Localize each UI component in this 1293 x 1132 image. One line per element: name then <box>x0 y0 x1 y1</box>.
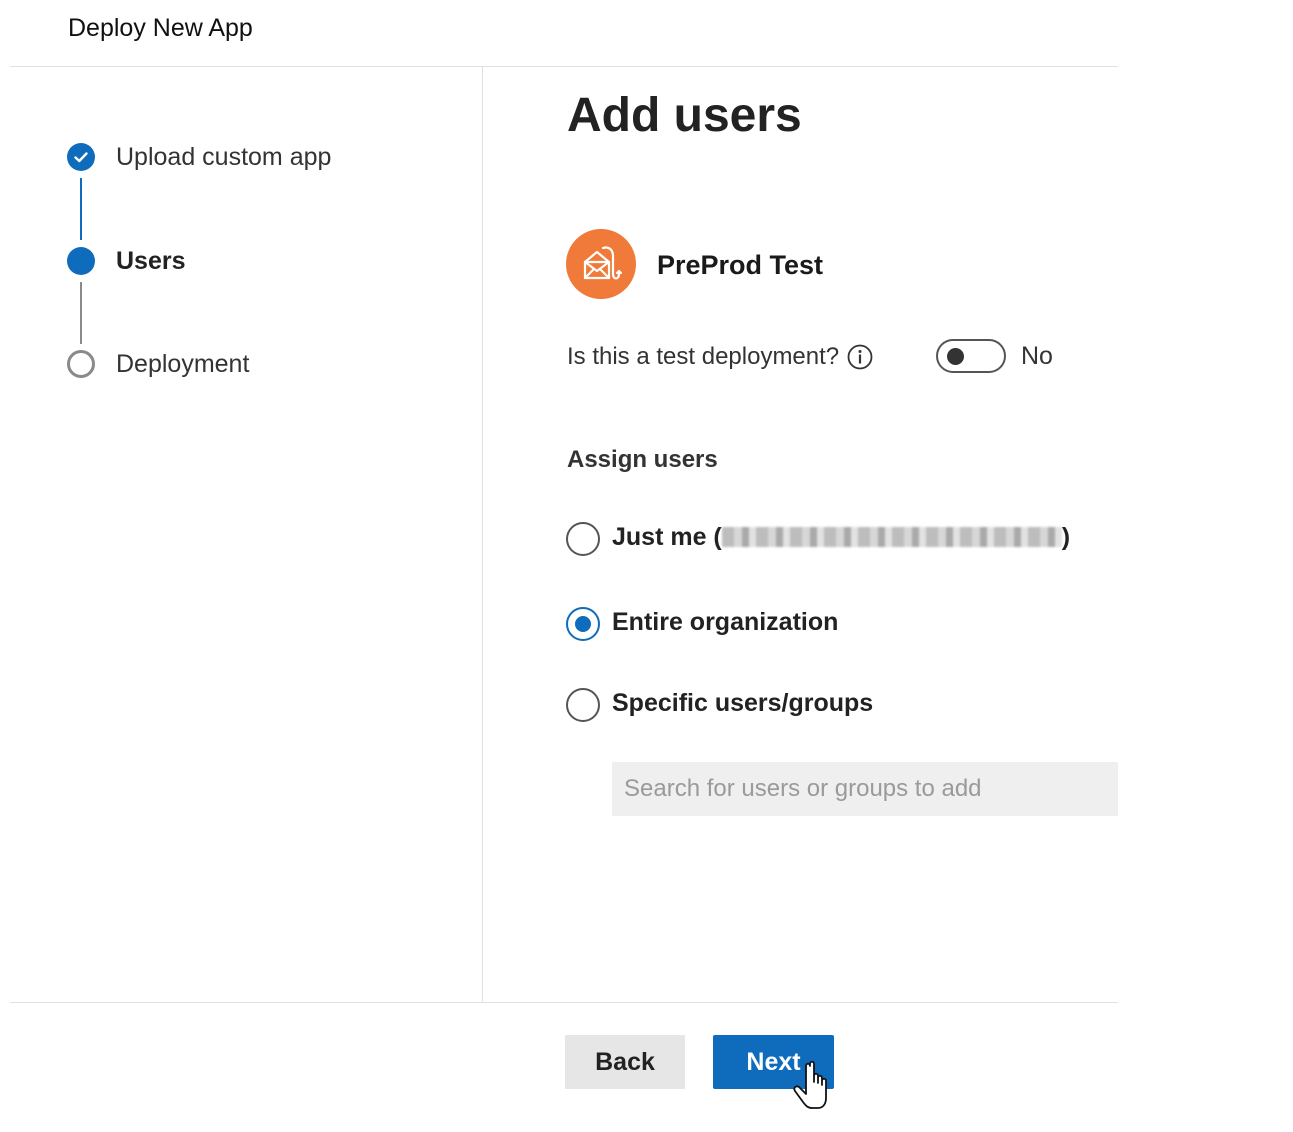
radio-selected-dot <box>575 616 591 632</box>
panel-divider <box>482 67 483 1002</box>
toggle-state-label: No <box>1021 342 1053 370</box>
footer-divider <box>10 1002 1118 1003</box>
radio-specific-users[interactable] <box>566 688 600 722</box>
user-search-input[interactable] <box>612 762 1118 816</box>
phishing-mail-icon <box>566 229 636 299</box>
radio-entire-organization[interactable] <box>566 607 600 641</box>
step-connector <box>80 178 82 240</box>
step-upload-custom-app: Upload custom app <box>116 143 332 171</box>
radio-just-me-label[interactable]: Just me () <box>612 523 1070 552</box>
step-users: Users <box>116 247 186 275</box>
step-completed-icon <box>67 143 95 171</box>
redacted-email <box>721 527 1062 547</box>
dialog-title: Deploy New App <box>68 14 253 42</box>
hand-cursor-icon <box>793 1060 827 1109</box>
back-button[interactable]: Back <box>565 1035 685 1089</box>
info-icon[interactable] <box>846 343 874 371</box>
step-current-icon <box>67 247 95 275</box>
step-pending-icon <box>67 350 95 378</box>
app-name: PreProd Test <box>657 250 824 280</box>
step-deployment: Deployment <box>116 350 250 378</box>
assign-users-label: Assign users <box>567 446 718 473</box>
radio-specific-users-label[interactable]: Specific users/groups <box>612 689 873 718</box>
test-deployment-toggle[interactable] <box>936 339 1006 373</box>
radio-entire-organization-label[interactable]: Entire organization <box>612 608 838 637</box>
radio-just-me[interactable] <box>566 522 600 556</box>
page-heading: Add users <box>567 89 802 142</box>
test-deployment-label: Is this a test deployment? <box>567 343 840 370</box>
header-divider <box>10 66 1118 67</box>
toggle-knob <box>947 348 964 365</box>
step-connector <box>80 282 82 344</box>
